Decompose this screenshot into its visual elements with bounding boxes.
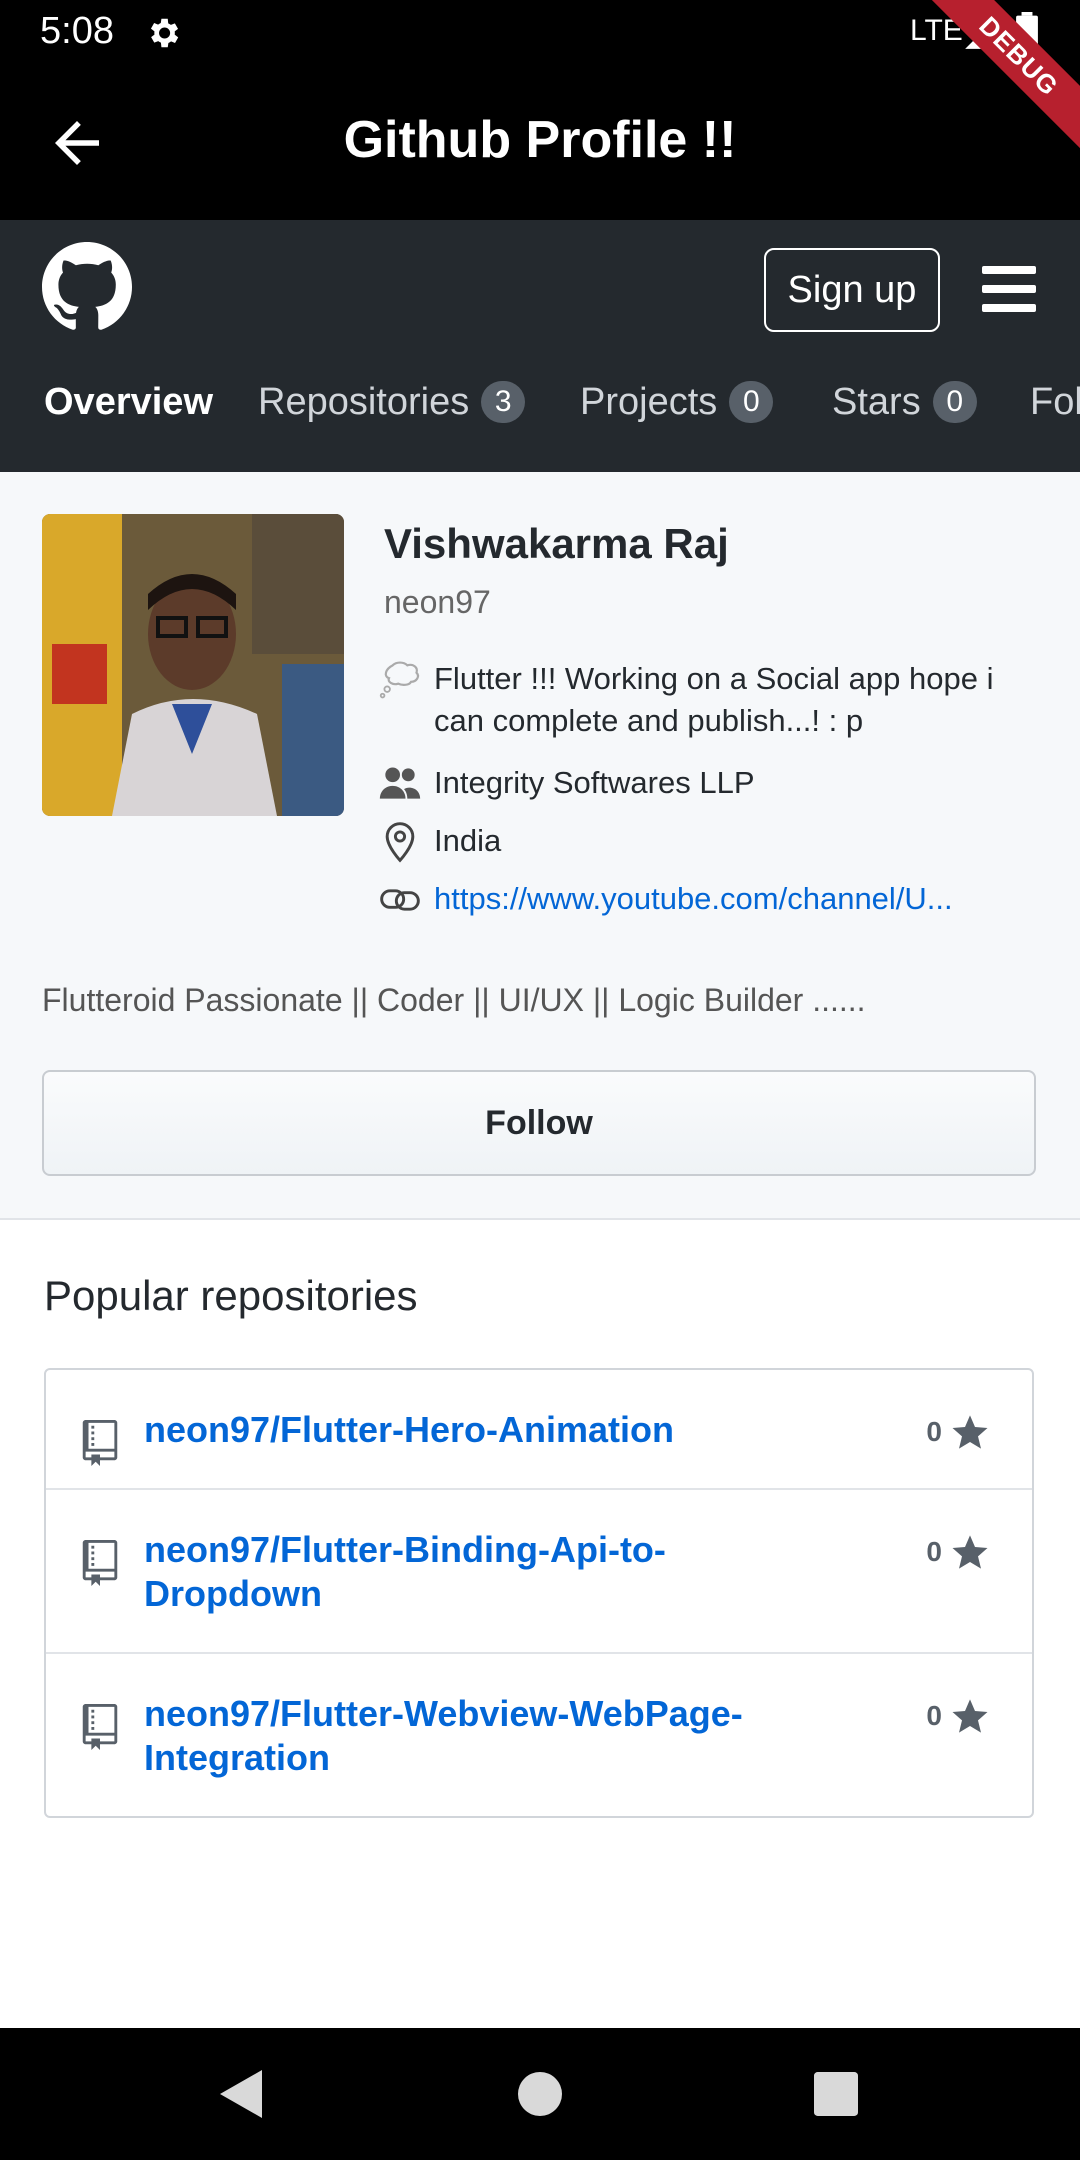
repo-stars: 0: [926, 1696, 990, 1736]
star-icon: [952, 1699, 988, 1733]
tab-followers[interactable]: Fol: [1030, 370, 1080, 434]
star-count: 0: [926, 1700, 942, 1731]
repo-name-link[interactable]: neon97/Flutter-Binding-Api-to-Dropdown: [144, 1528, 774, 1616]
profile-bio: Flutter !!! Working on a Social app hope…: [434, 661, 994, 738]
profile-about: Flutteroid Passionate || Coder || UI/UX …: [42, 982, 866, 1018]
repo-list: neon97/Flutter-Hero-Animation 0 neon97/F…: [44, 1368, 1034, 1818]
profile-username: neon97: [384, 584, 491, 620]
navigation-bar: [0, 2028, 1080, 2160]
repositories-section: Popular repositories neon97/Flutter-Hero…: [0, 1220, 1080, 2028]
tab-count-badge: 0: [729, 381, 774, 423]
app-bar: Github Profile !!: [0, 66, 1080, 220]
tab-projects[interactable]: Projects 0: [580, 370, 774, 434]
tab-stars[interactable]: Stars 0: [832, 370, 977, 434]
hamburger-menu-icon[interactable]: [982, 266, 1036, 312]
nav-recent-apps-icon[interactable]: [814, 2072, 858, 2116]
nav-back-icon[interactable]: [218, 2068, 266, 2120]
tab-label: Fol: [1030, 380, 1080, 423]
location-row: India: [378, 820, 1044, 864]
list-item[interactable]: neon97/Flutter-Binding-Api-to-Dropdown 0: [46, 1490, 1032, 1654]
profile-company: Integrity Softwares LLP: [434, 765, 755, 800]
follow-button[interactable]: Follow: [42, 1070, 1036, 1176]
repo-stars: 0: [926, 1412, 990, 1452]
tab-overview[interactable]: Overview: [44, 370, 213, 434]
location-pin-icon: [385, 822, 415, 863]
tab-label: Stars: [832, 380, 921, 423]
repo-book-icon: [82, 1420, 118, 1466]
github-header: Sign up Overview Repositories 3 Projects…: [0, 220, 1080, 472]
star-count: 0: [926, 1536, 942, 1567]
signup-button[interactable]: Sign up: [764, 248, 940, 332]
repo-book-icon: [82, 1540, 118, 1586]
repo-book-icon: [82, 1704, 118, 1750]
list-item[interactable]: neon97/Flutter-Hero-Animation 0: [46, 1370, 1032, 1490]
tab-label: Repositories: [258, 380, 470, 423]
tab-count-badge: 0: [932, 381, 977, 423]
star-icon: [952, 1415, 988, 1449]
debug-banner: DEBUG: [920, 0, 1080, 160]
profile-name: Vishwakarma Raj: [384, 520, 729, 567]
tab-label: Projects: [580, 380, 718, 423]
repo-name-link[interactable]: neon97/Flutter-Webview-WebPage-Integrati…: [144, 1692, 774, 1780]
tab-label: Overview: [44, 380, 213, 423]
tab-repositories[interactable]: Repositories 3: [258, 370, 526, 434]
thought-bubble-icon: [379, 661, 420, 699]
organization-icon: [379, 767, 421, 799]
github-logo-icon[interactable]: [42, 242, 132, 332]
tab-count-badge: 3: [481, 381, 526, 423]
debug-label: DEBUG: [922, 0, 1080, 153]
bio-row: Flutter !!! Working on a Social app hope…: [378, 658, 1044, 742]
section-title: Popular repositories: [44, 1272, 418, 1319]
profile-tabs: Overview Repositories 3 Projects 0 Stars…: [0, 370, 1080, 440]
profile-section: Vishwakarma Raj neon97 Flutter !!! Worki…: [0, 472, 1080, 1220]
star-icon: [952, 1535, 988, 1569]
list-item[interactable]: neon97/Flutter-Webview-WebPage-Integrati…: [46, 1654, 1032, 1816]
page-title: Github Profile !!: [343, 111, 737, 169]
status-bar: 5:08 LTE: [0, 0, 1080, 66]
repo-stars: 0: [926, 1532, 990, 1572]
star-count: 0: [926, 1416, 942, 1447]
avatar: [42, 514, 344, 816]
link-icon: [380, 889, 420, 911]
nav-home-icon[interactable]: [518, 2072, 562, 2116]
status-time: 5:08: [40, 10, 114, 52]
website-row[interactable]: https://www.youtube.com/channel/U...: [378, 878, 1026, 922]
profile-location: India: [434, 823, 502, 858]
profile-website-link[interactable]: https://www.youtube.com/channel/U...: [434, 878, 1026, 920]
repo-name-link[interactable]: neon97/Flutter-Hero-Animation: [144, 1408, 774, 1452]
settings-gear-icon: [150, 18, 179, 48]
company-row: Integrity Softwares LLP: [378, 762, 1044, 806]
